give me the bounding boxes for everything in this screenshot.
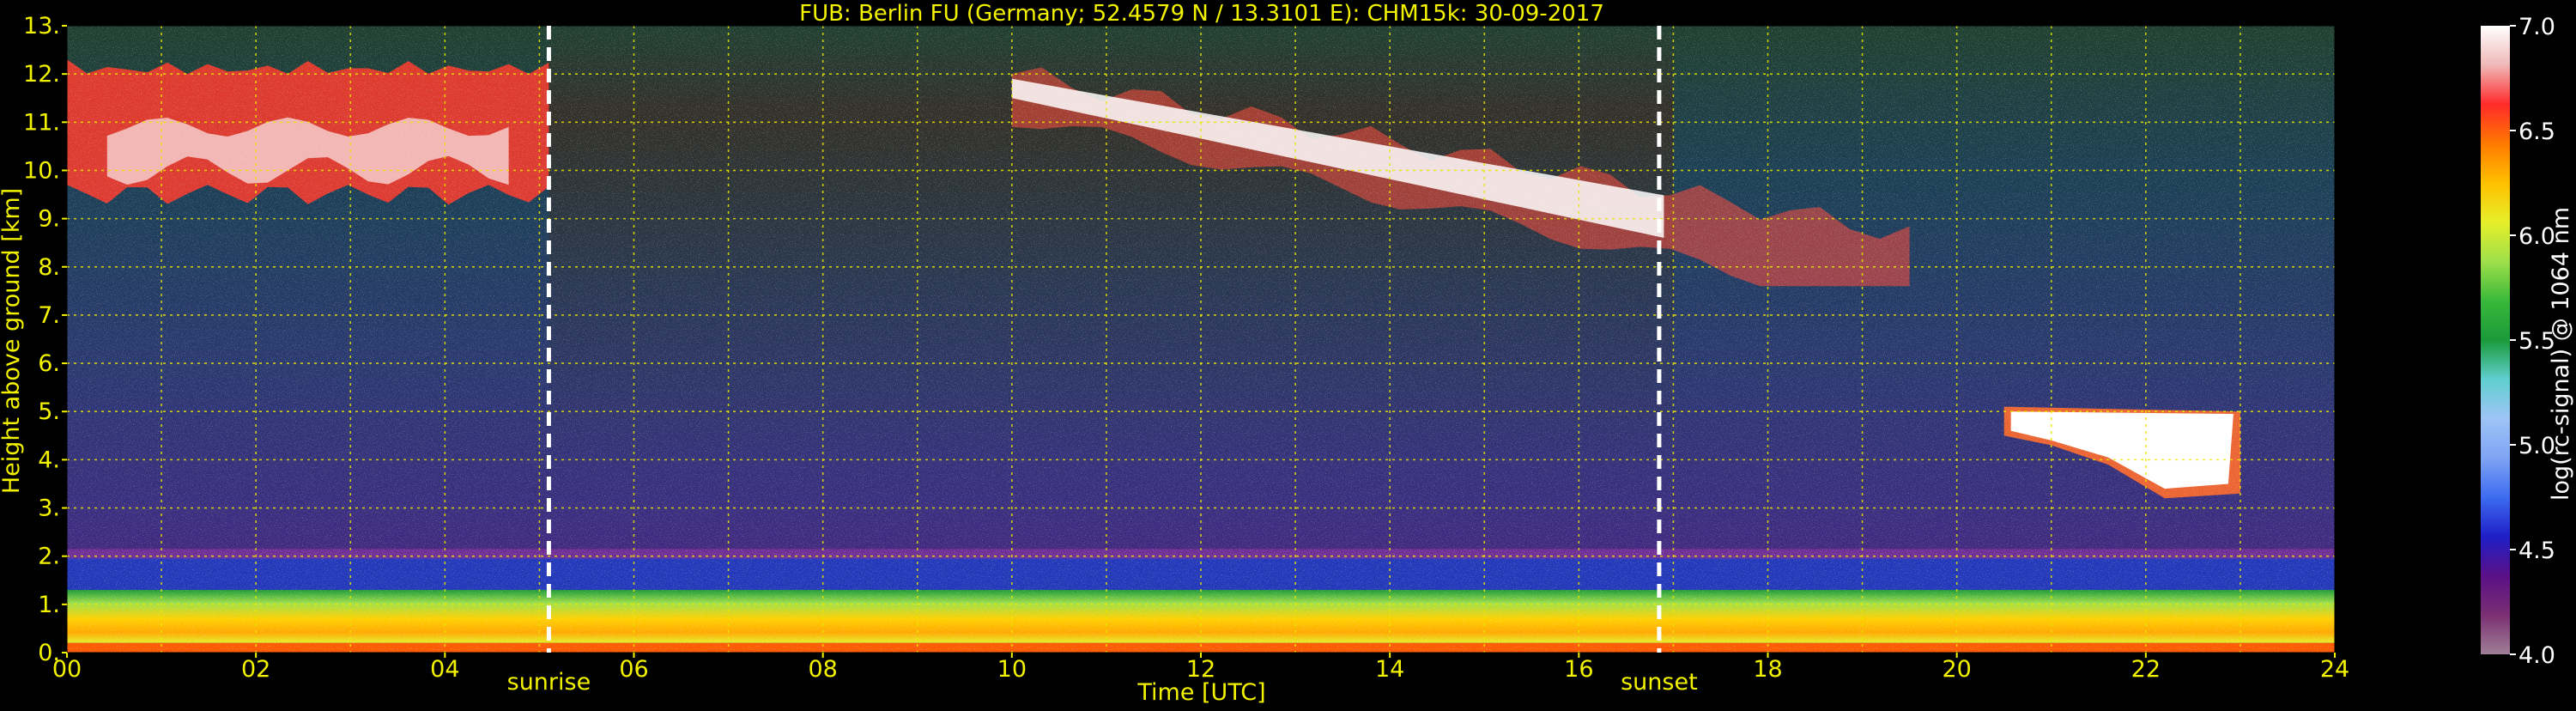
colorbar: log(rc-signal) @ 1064 nm 4.04.55.05.56.0… [2481, 14, 2574, 669]
x-tick-label: 14 [1375, 656, 1404, 683]
y-axis-label: Height above ground [km] [0, 188, 25, 494]
y-tick-label: 3. [38, 495, 60, 522]
x-tick-label: 02 [241, 656, 270, 683]
y-tick-label: 5. [38, 398, 60, 425]
colorbar-tick-label: 4.5 [2518, 538, 2555, 564]
x-tick-label: 06 [619, 656, 648, 683]
chart-title: FUB: Berlin FU (Germany; 52.4579 N / 13.… [799, 1, 1604, 27]
x-tick-label: 18 [1753, 656, 1782, 683]
x-tick-label: 24 [2320, 656, 2349, 683]
y-tick-label: 13. [23, 13, 60, 40]
plot-area [67, 26, 2335, 653]
x-tick-label: 16 [1564, 656, 1593, 683]
y-tick-label: 12. [23, 61, 60, 88]
colorbar-tick-label: 7.0 [2518, 14, 2555, 40]
y-tick-label: 0. [38, 640, 60, 666]
y-tick-label: 9. [38, 206, 60, 233]
ceilometer-figure: sunrise sunset 00 02 04 06 08 10 12 14 16 18 20 22 24… [0, 0, 2576, 708]
sunset-label: sunset [1621, 669, 1698, 696]
colorbar-ramp [2481, 26, 2510, 654]
x-tick-label: 22 [2131, 656, 2161, 683]
y-tick-label: 4. [38, 447, 60, 473]
x-axis-label: Time [UTC] [1136, 679, 1265, 706]
colorbar-tick-label: 6.5 [2518, 118, 2555, 145]
y-tick-label: 7. [38, 302, 60, 329]
noise-speckle [67, 26, 2335, 653]
x-tick-label: 04 [430, 656, 459, 683]
y-tick-label: 6. [38, 350, 60, 377]
colorbar-tick-label: 5.5 [2518, 328, 2555, 355]
sunrise-label: sunrise [507, 669, 591, 696]
y-tick-label: 10. [23, 157, 60, 184]
y-tick-label: 8. [38, 254, 60, 281]
y-tick-label: 2. [38, 544, 60, 570]
colorbar-tick-label: 4.0 [2518, 642, 2555, 669]
y-tick-label: 11. [23, 109, 60, 136]
x-tick-label: 20 [1942, 656, 1971, 683]
chart-svg: sunrise sunset 00 02 04 06 08 10 12 14 16 18 20 22 24… [0, 1, 2574, 706]
x-tick-label: 10 [997, 656, 1027, 683]
y-tick-label: 1. [38, 592, 60, 618]
colorbar-tick-label: 5.0 [2518, 433, 2555, 459]
colorbar-tick-label: 6.0 [2518, 223, 2555, 250]
x-tick-label: 08 [808, 656, 837, 683]
